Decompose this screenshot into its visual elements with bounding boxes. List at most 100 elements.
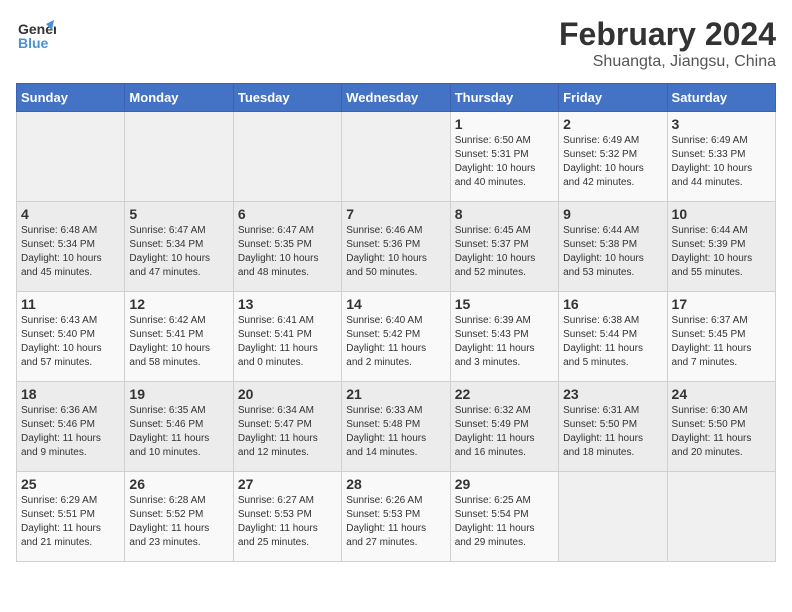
calendar-cell: 21 Sunrise: 6:33 AMSunset: 5:48 PMDayligh… <box>342 382 450 472</box>
calendar-cell: 3 Sunrise: 6:49 AMSunset: 5:33 PMDaylight… <box>667 112 775 202</box>
calendar-cell: 10 Sunrise: 6:44 AMSunset: 5:39 PMDayligh… <box>667 202 775 292</box>
day-info: Sunrise: 6:45 AMSunset: 5:37 PMDaylight:… <box>455 224 554 280</box>
calendar-week-row: 4 Sunrise: 6:48 AMSunset: 5:34 PMDaylight… <box>17 202 776 292</box>
day-number: 10 <box>672 206 771 222</box>
day-info: Sunrise: 6:39 AMSunset: 5:43 PMDaylight:… <box>455 314 554 370</box>
calendar-cell <box>233 112 341 202</box>
weekday-header: Sunday <box>17 84 125 112</box>
day-info: Sunrise: 6:35 AMSunset: 5:46 PMDaylight:… <box>129 404 228 460</box>
weekday-header: Tuesday <box>233 84 341 112</box>
day-number: 9 <box>563 206 662 222</box>
calendar-cell: 2Sunrise: 6:49 AMSunset: 5:32 PMDaylight… <box>559 112 667 202</box>
day-number: 29 <box>455 476 554 492</box>
day-number: 26 <box>129 476 228 492</box>
day-info: Sunrise: 6:44 AMSunset: 5:38 PMDaylight:… <box>563 224 662 280</box>
day-info: Sunrise: 6:43 AMSunset: 5:40 PMDaylight:… <box>21 314 120 370</box>
day-number: 13 <box>238 296 337 312</box>
svg-text:Blue: Blue <box>18 35 49 51</box>
day-info: Sunrise: 6:38 AMSunset: 5:44 PMDaylight:… <box>563 314 662 370</box>
day-info: Sunrise: 6:49 AMSunset: 5:32 PMDaylight:… <box>563 134 662 190</box>
day-number: 18 <box>21 386 120 402</box>
header: General Blue February 2024 Shuangta, Jia… <box>16 16 776 71</box>
day-number: 28 <box>346 476 445 492</box>
calendar-week-row: 18 Sunrise: 6:36 AMSunset: 5:46 PMDayligh… <box>17 382 776 472</box>
calendar-cell: 20 Sunrise: 6:34 AMSunset: 5:47 PMDayligh… <box>233 382 341 472</box>
day-number: 27 <box>238 476 337 492</box>
day-info: Sunrise: 6:34 AMSunset: 5:47 PMDaylight:… <box>238 404 337 460</box>
day-info: Sunrise: 6:32 AMSunset: 5:49 PMDaylight:… <box>455 404 554 460</box>
day-info: Sunrise: 6:49 AMSunset: 5:33 PMDaylight:… <box>672 134 771 190</box>
calendar-cell: 15 Sunrise: 6:39 AMSunset: 5:43 PMDayligh… <box>450 292 558 382</box>
calendar-cell: 9 Sunrise: 6:44 AMSunset: 5:38 PMDaylight… <box>559 202 667 292</box>
day-info: Sunrise: 6:41 AMSunset: 5:41 PMDaylight:… <box>238 314 337 370</box>
day-number: 20 <box>238 386 337 402</box>
calendar-cell <box>667 472 775 562</box>
day-number: 1 <box>455 116 554 132</box>
calendar-cell: 13 Sunrise: 6:41 AMSunset: 5:41 PMDayligh… <box>233 292 341 382</box>
logo-icon: General Blue <box>16 16 56 54</box>
day-number: 25 <box>21 476 120 492</box>
day-info: Sunrise: 6:47 AMSunset: 5:35 PMDaylight:… <box>238 224 337 280</box>
calendar-cell: 12Sunrise: 6:42 AMSunset: 5:41 PMDayligh… <box>125 292 233 382</box>
day-number: 23 <box>563 386 662 402</box>
calendar-cell: 1 Sunrise: 6:50 AMSunset: 5:31 PMDaylight… <box>450 112 558 202</box>
day-info: Sunrise: 6:36 AMSunset: 5:46 PMDaylight:… <box>21 404 120 460</box>
calendar-cell: 18 Sunrise: 6:36 AMSunset: 5:46 PMDayligh… <box>17 382 125 472</box>
calendar-cell: 4 Sunrise: 6:48 AMSunset: 5:34 PMDaylight… <box>17 202 125 292</box>
day-number: 7 <box>346 206 445 222</box>
day-number: 24 <box>672 386 771 402</box>
calendar-cell: 11 Sunrise: 6:43 AMSunset: 5:40 PMDayligh… <box>17 292 125 382</box>
day-number: 3 <box>672 116 771 132</box>
day-info: Sunrise: 6:44 AMSunset: 5:39 PMDaylight:… <box>672 224 771 280</box>
day-info: Sunrise: 6:47 AMSunset: 5:34 PMDaylight:… <box>129 224 228 280</box>
calendar-cell: 16Sunrise: 6:38 AMSunset: 5:44 PMDayligh… <box>559 292 667 382</box>
calendar-cell: 29 Sunrise: 6:25 AMSunset: 5:54 PMDayligh… <box>450 472 558 562</box>
calendar-cell <box>559 472 667 562</box>
day-number: 15 <box>455 296 554 312</box>
day-number: 11 <box>21 296 120 312</box>
day-info: Sunrise: 6:31 AMSunset: 5:50 PMDaylight:… <box>563 404 662 460</box>
day-info: Sunrise: 6:30 AMSunset: 5:50 PMDaylight:… <box>672 404 771 460</box>
calendar-cell: 26 Sunrise: 6:28 AMSunset: 5:52 PMDayligh… <box>125 472 233 562</box>
day-info: Sunrise: 6:46 AMSunset: 5:36 PMDaylight:… <box>346 224 445 280</box>
calendar-cell: 5 Sunrise: 6:47 AMSunset: 5:34 PMDaylight… <box>125 202 233 292</box>
calendar-cell: 14 Sunrise: 6:40 AMSunset: 5:42 PMDayligh… <box>342 292 450 382</box>
day-info: Sunrise: 6:26 AMSunset: 5:53 PMDaylight:… <box>346 494 445 550</box>
calendar-cell: 19 Sunrise: 6:35 AMSunset: 5:46 PMDayligh… <box>125 382 233 472</box>
calendar-cell: 24 Sunrise: 6:30 AMSunset: 5:50 PMDayligh… <box>667 382 775 472</box>
day-info: Sunrise: 6:33 AMSunset: 5:48 PMDaylight:… <box>346 404 445 460</box>
calendar-cell <box>125 112 233 202</box>
title-area: February 2024 Shuangta, Jiangsu, China <box>559 16 776 71</box>
day-info: Sunrise: 6:50 AMSunset: 5:31 PMDaylight:… <box>455 134 554 190</box>
day-info: Sunrise: 6:27 AMSunset: 5:53 PMDaylight:… <box>238 494 337 550</box>
day-number: 21 <box>346 386 445 402</box>
calendar-week-row: 11 Sunrise: 6:43 AMSunset: 5:40 PMDayligh… <box>17 292 776 382</box>
day-number: 4 <box>21 206 120 222</box>
calendar-week-row: 25 Sunrise: 6:29 AMSunset: 5:51 PMDayligh… <box>17 472 776 562</box>
day-info: Sunrise: 6:25 AMSunset: 5:54 PMDaylight:… <box>455 494 554 550</box>
calendar-table: SundayMondayTuesdayWednesdayThursdayFrid… <box>16 83 776 562</box>
day-number: 8 <box>455 206 554 222</box>
day-info: Sunrise: 6:28 AMSunset: 5:52 PMDaylight:… <box>129 494 228 550</box>
day-info: Sunrise: 6:29 AMSunset: 5:51 PMDaylight:… <box>21 494 120 550</box>
month-title: February 2024 <box>559 16 776 53</box>
day-number: 19 <box>129 386 228 402</box>
day-number: 5 <box>129 206 228 222</box>
day-number: 14 <box>346 296 445 312</box>
day-number: 6 <box>238 206 337 222</box>
calendar-cell <box>17 112 125 202</box>
day-info: Sunrise: 6:40 AMSunset: 5:42 PMDaylight:… <box>346 314 445 370</box>
calendar-cell: 22Sunrise: 6:32 AMSunset: 5:49 PMDayligh… <box>450 382 558 472</box>
day-info: Sunrise: 6:48 AMSunset: 5:34 PMDaylight:… <box>21 224 120 280</box>
day-number: 12 <box>129 296 228 312</box>
calendar-week-row: 1 Sunrise: 6:50 AMSunset: 5:31 PMDaylight… <box>17 112 776 202</box>
calendar-cell: 27 Sunrise: 6:27 AMSunset: 5:53 PMDayligh… <box>233 472 341 562</box>
weekday-header: Wednesday <box>342 84 450 112</box>
calendar-cell: 6 Sunrise: 6:47 AMSunset: 5:35 PMDaylight… <box>233 202 341 292</box>
weekday-header: Saturday <box>667 84 775 112</box>
weekday-header: Monday <box>125 84 233 112</box>
location-title: Shuangta, Jiangsu, China <box>559 53 776 71</box>
calendar-cell: 28 Sunrise: 6:26 AMSunset: 5:53 PMDayligh… <box>342 472 450 562</box>
day-number: 17 <box>672 296 771 312</box>
logo: General Blue <box>16 16 56 54</box>
